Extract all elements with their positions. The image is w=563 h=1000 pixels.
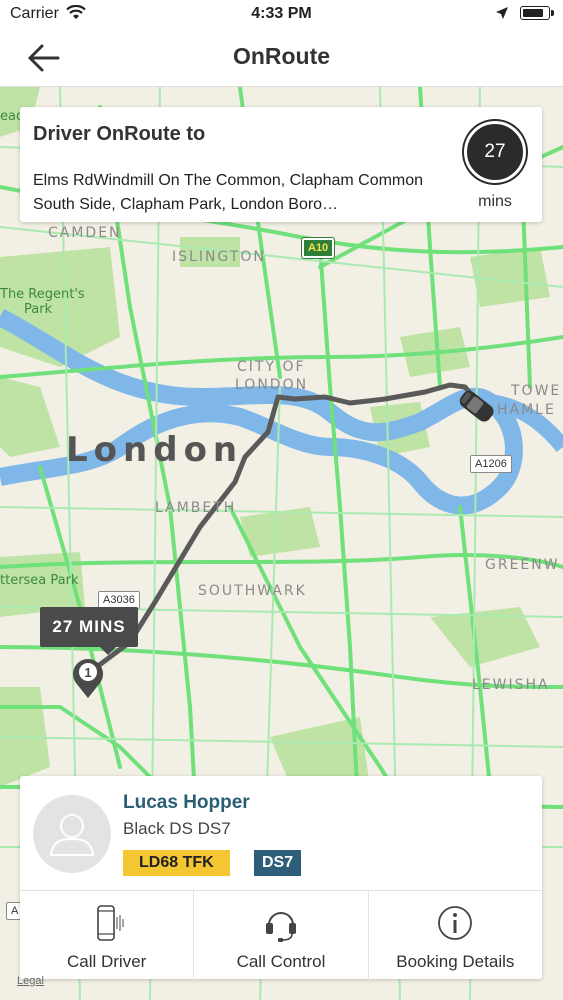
map-label-lewisham: LEWISHA bbox=[472, 677, 550, 693]
status-time: 4:33 PM bbox=[251, 5, 312, 22]
avatar-placeholder-icon bbox=[49, 814, 95, 856]
destination-heading: Driver OnRoute to bbox=[33, 123, 206, 145]
map-label-lambeth: LAMBETH bbox=[155, 500, 237, 516]
phone-icon bbox=[96, 905, 124, 941]
car-icon bbox=[459, 390, 494, 422]
map-pin-icon[interactable]: 1 bbox=[70, 655, 106, 699]
driver-vehicle: Black DS DS7 bbox=[123, 819, 231, 838]
status-bar: Carrier 4:33 PM bbox=[0, 0, 563, 30]
vehicle-model-badge: DS7 bbox=[254, 850, 302, 876]
info-icon bbox=[438, 906, 473, 940]
license-plate-badge: LD68 TFK bbox=[123, 850, 230, 876]
map-label-battersea-park: ttersea Park bbox=[0, 573, 79, 588]
destination-card: Driver OnRoute to Elms RdWindmill On The… bbox=[20, 107, 542, 222]
driver-card: Lucas Hopper Black DS DS7 LD68 TFK DS7 C… bbox=[20, 776, 542, 980]
pin-number: 1 bbox=[84, 665, 91, 680]
nav-bar: OnRoute bbox=[0, 30, 563, 87]
page-title: OnRoute bbox=[232, 43, 331, 69]
map-label-regents-park: The Regent's Park bbox=[0, 287, 85, 317]
call-driver-label: Call Driver bbox=[66, 952, 147, 971]
eta-circle: 27 bbox=[464, 121, 526, 183]
route-eta-label: 27 MINS bbox=[40, 607, 138, 655]
eta-unit: mins bbox=[478, 193, 512, 210]
driver-name: Lucas Hopper bbox=[123, 792, 250, 813]
map-label-hamlets: HAMLE bbox=[497, 402, 556, 418]
location-arrow-icon bbox=[496, 7, 508, 19]
road-shield-a1206: A1206 bbox=[470, 455, 512, 473]
call-driver-button[interactable]: Call Driver bbox=[20, 891, 195, 980]
legal-link[interactable]: Legal bbox=[17, 975, 44, 987]
headset-icon bbox=[265, 912, 296, 942]
map-label-islington: ISLINGTON bbox=[172, 249, 266, 265]
booking-details-label: Booking Details bbox=[396, 952, 515, 971]
call-control-button[interactable]: Call Control bbox=[194, 891, 369, 980]
map-label-greenwich: GREENW bbox=[485, 557, 560, 573]
battery-icon bbox=[520, 6, 554, 20]
road-shield-a10: A10 bbox=[300, 237, 336, 259]
avatar bbox=[33, 795, 111, 873]
map-label-southwark: SOUTHWARK bbox=[198, 583, 307, 599]
map-label-city-of: CITY OF bbox=[237, 359, 306, 375]
driver-actions: Call Driver Call Control Booking Details bbox=[20, 890, 542, 980]
map-label-tower: TOWE bbox=[511, 383, 562, 399]
booking-details-button[interactable]: Booking Details bbox=[369, 891, 542, 980]
map-label-london-small: LONDON bbox=[235, 377, 309, 393]
map-label-camden: CAMDEN bbox=[48, 225, 122, 241]
destination-address: Elms RdWindmill On The Common, Clapham C… bbox=[33, 172, 424, 213]
map-label-london: London bbox=[66, 430, 244, 470]
call-control-label: Call Control bbox=[236, 952, 326, 971]
